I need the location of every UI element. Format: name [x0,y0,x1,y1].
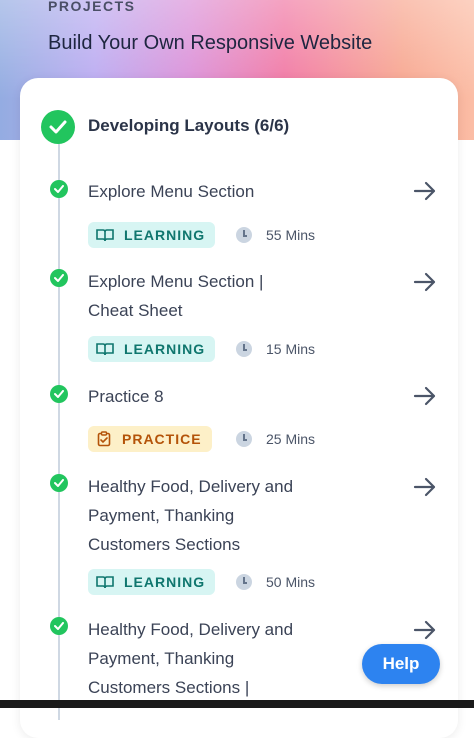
arrow-right-icon[interactable] [412,385,438,407]
arrow-right-icon[interactable] [412,180,438,202]
badge-label: LEARNING [124,341,206,357]
item-title[interactable]: Explore Menu Section | Cheat Sheet [88,267,288,325]
item-title[interactable]: Practice 8 [88,382,388,411]
book-icon [96,576,114,589]
duration-label: 15 Mins [266,341,316,357]
arrow-right-icon[interactable] [412,476,438,498]
duration: 15 Mins [236,341,315,357]
item-title[interactable]: Healthy Food, Delivery and Payment, Than… [88,472,298,559]
section-complete-check-icon [41,110,75,144]
item-title[interactable]: Healthy Food, Delivery and Payment, Than… [88,615,298,702]
clipboard-check-icon [97,431,111,447]
badge-label: LEARNING [124,574,206,590]
project-title: Build Your Own Responsive Website [48,32,373,54]
badge-label: LEARNING [124,227,206,243]
arrow-right-icon[interactable] [412,271,438,293]
duration-label: 55 Mins [266,227,316,243]
help-button[interactable]: Help [362,644,440,684]
learning-badge: LEARNING [88,569,216,595]
learning-badge: LEARNING [88,336,216,362]
badge-label: PRACTICE [122,431,202,447]
completed-check-icon [50,180,68,198]
section-title: Developing Layouts (6/6) [88,116,290,135]
completed-check-icon [50,617,68,635]
duration: 50 Mins [236,574,315,590]
duration: 55 Mins [236,227,315,243]
book-icon [96,229,114,242]
completed-check-icon [50,269,68,287]
completed-check-icon [50,474,68,492]
completed-check-icon [50,385,68,403]
learning-badge: LEARNING [88,222,216,248]
duration-label: 25 Mins [266,431,316,447]
clock-icon [236,341,252,357]
arrow-right-icon[interactable] [412,619,438,641]
duration-label: 50 Mins [266,574,316,590]
clock-icon [236,431,252,447]
clock-icon [236,574,252,590]
item-title[interactable]: Explore Menu Section [88,177,388,206]
projects-label: PROJECTS [48,0,136,14]
book-icon [96,343,114,356]
clock-icon [236,227,252,243]
practice-badge: PRACTICE [88,426,212,452]
duration: 25 Mins [236,431,315,447]
bottom-edge [0,700,474,708]
